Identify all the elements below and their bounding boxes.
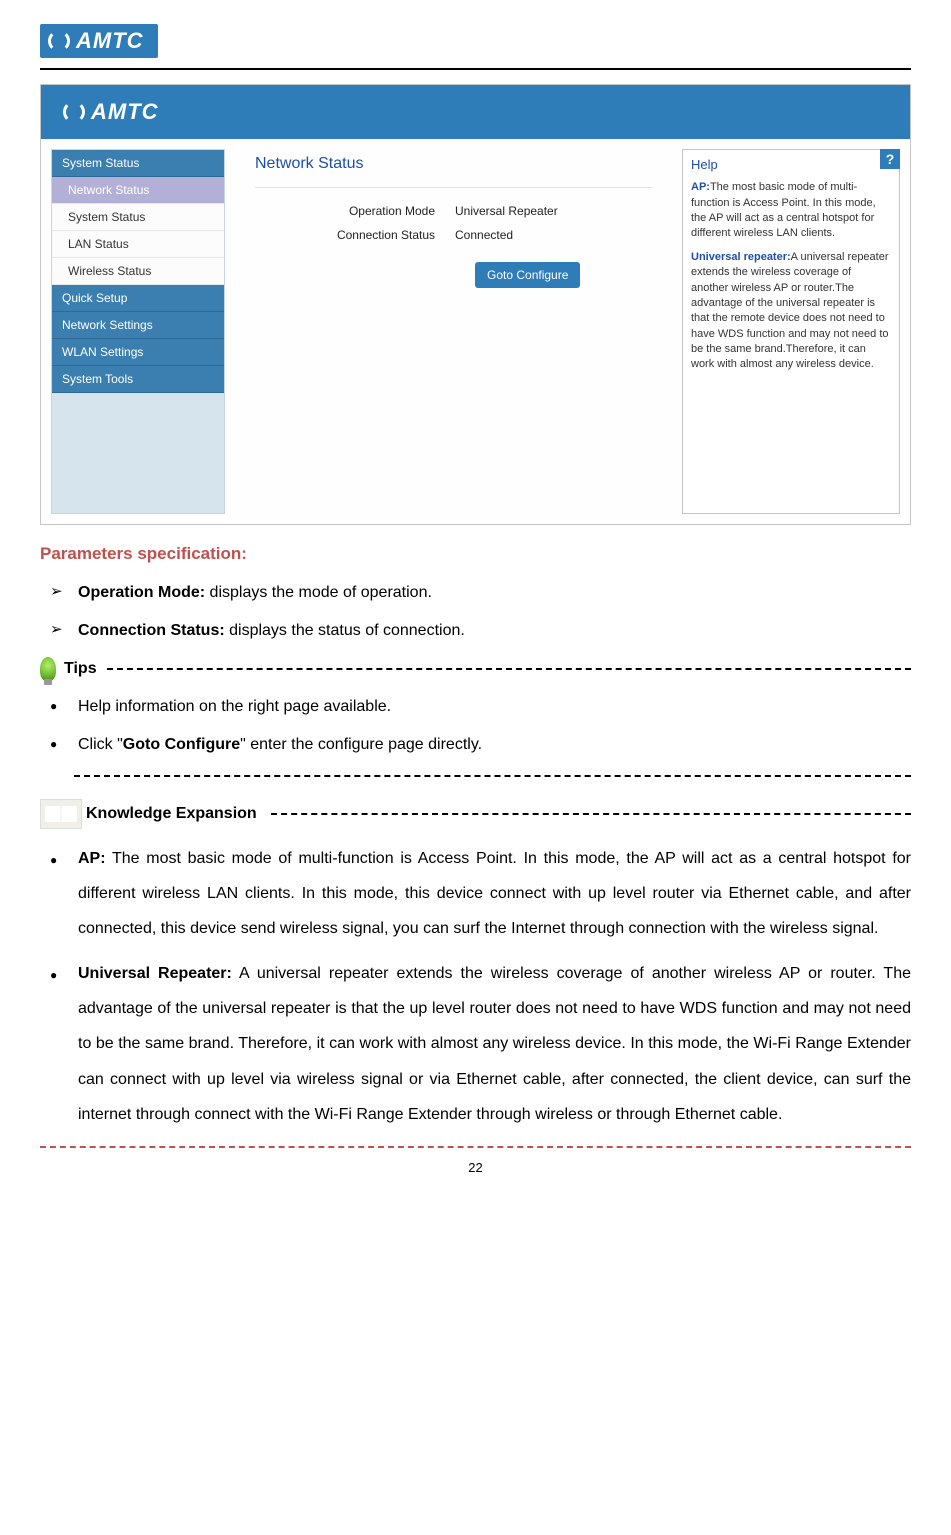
param-opmode-label: Operation Mode: — [78, 584, 205, 601]
lightbulb-icon — [40, 657, 56, 681]
ke-ap: AP: The most basic mode of multi-functio… — [40, 841, 911, 947]
sidebar-filler — [52, 393, 224, 513]
knowledge-expansion-list: AP: The most basic mode of multi-functio… — [40, 841, 911, 1133]
parameters-title: Parameters specification: — [40, 541, 911, 567]
main-divider — [255, 187, 652, 188]
main-title: Network Status — [255, 155, 652, 173]
knowledge-expansion-label: Knowledge Expansion — [86, 802, 257, 826]
help-ap-paragraph: AP:The most basic mode of multi-function… — [691, 180, 891, 242]
main-panel: Network Status Operation Mode Universal … — [235, 149, 672, 514]
goto-configure-button[interactable]: Goto Configure — [475, 262, 580, 288]
sidebar-item-network-status[interactable]: Network Status — [52, 177, 224, 204]
sidebar-group-network-settings[interactable]: Network Settings — [52, 312, 224, 339]
help-ur-term: Universal repeater: — [691, 251, 791, 263]
book-icon — [40, 799, 82, 829]
connection-status-label: Connection Status — [255, 228, 455, 242]
page-number: 22 — [40, 1158, 911, 1178]
param-conn-label: Connection Status: — [78, 622, 225, 639]
field-connection-status: Connection Status Connected — [255, 228, 652, 242]
knowledge-expansion-header: Knowledge Expansion — [40, 799, 911, 829]
screenshot-topbar: AMTC — [41, 85, 910, 139]
connection-status-value: Connected — [455, 228, 513, 242]
ke-ur-label: Universal Repeater: — [78, 965, 232, 982]
tip-goto-configure: Click "Goto Configure" enter the configu… — [40, 733, 911, 757]
tip2-bold: Goto Configure — [123, 736, 240, 753]
document-body: Parameters specification: Operation Mode… — [40, 541, 911, 1178]
embedded-screenshot: AMTC System Status Network Status System… — [40, 84, 911, 525]
ke-dashes — [271, 813, 911, 815]
sidebar-item-system-status[interactable]: System Status — [52, 204, 224, 231]
brand-logo: AMTC — [40, 24, 158, 58]
brand-text: AMTC — [76, 28, 144, 54]
param-opmode-text: displays the mode of operation. — [205, 584, 432, 601]
swirl-icon — [48, 30, 70, 52]
tip2-pre: Click " — [78, 736, 123, 753]
sidebar: System Status Network Status System Stat… — [51, 149, 225, 514]
help-icon[interactable]: ? — [880, 149, 900, 169]
help-title: Help — [691, 156, 891, 174]
tip-help-info: Help information on the right page avail… — [40, 695, 911, 719]
screenshot-brand-logo: AMTC — [55, 95, 173, 129]
operation-mode-label: Operation Mode — [255, 204, 455, 218]
param-connection-status: Connection Status: displays the status o… — [40, 619, 911, 643]
tips-list: Help information on the right page avail… — [40, 695, 911, 757]
bottom-dashes — [40, 1146, 911, 1148]
param-operation-mode: Operation Mode: displays the mode of ope… — [40, 581, 911, 605]
tip2-post: " enter the configure page directly. — [240, 736, 482, 753]
swirl-icon — [63, 101, 85, 123]
sidebar-group-system-status[interactable]: System Status — [52, 150, 224, 177]
help-panel: ? Help AP:The most basic mode of multi-f… — [682, 149, 900, 514]
header-rule — [40, 68, 911, 70]
ke-universal-repeater: Universal Repeater: A universal repeater… — [40, 956, 911, 1132]
tips-label: Tips — [64, 657, 97, 681]
tips-dashes — [107, 668, 911, 670]
sidebar-group-system-tools[interactable]: System Tools — [52, 366, 224, 393]
ke-ap-text: The most basic mode of multi-function is… — [78, 850, 911, 937]
screenshot-body: System Status Network Status System Stat… — [41, 139, 910, 524]
sidebar-item-wireless-status[interactable]: Wireless Status — [52, 258, 224, 285]
sidebar-item-lan-status[interactable]: LAN Status — [52, 231, 224, 258]
sidebar-group-quick-setup[interactable]: Quick Setup — [52, 285, 224, 312]
help-ap-text: The most basic mode of multi-function is… — [691, 181, 876, 239]
operation-mode-value: Universal Repeater — [455, 204, 558, 218]
field-operation-mode: Operation Mode Universal Repeater — [255, 204, 652, 218]
parameters-list: Operation Mode: displays the mode of ope… — [40, 581, 911, 643]
param-conn-text: displays the status of connection. — [225, 622, 465, 639]
help-ur-text: A universal repeater extends the wireles… — [691, 251, 889, 371]
help-ur-paragraph: Universal repeater:A universal repeater … — [691, 250, 891, 373]
tips-header: Tips — [40, 657, 911, 681]
screenshot-brand-text: AMTC — [91, 99, 159, 125]
ke-ur-text: A universal repeater extends the wireles… — [78, 965, 911, 1123]
page-header: AMTC — [40, 20, 911, 62]
help-ap-term: AP: — [691, 181, 710, 193]
tips-end-dashes — [74, 775, 911, 777]
ke-ap-label: AP: — [78, 850, 106, 867]
sidebar-group-wlan-settings[interactable]: WLAN Settings — [52, 339, 224, 366]
